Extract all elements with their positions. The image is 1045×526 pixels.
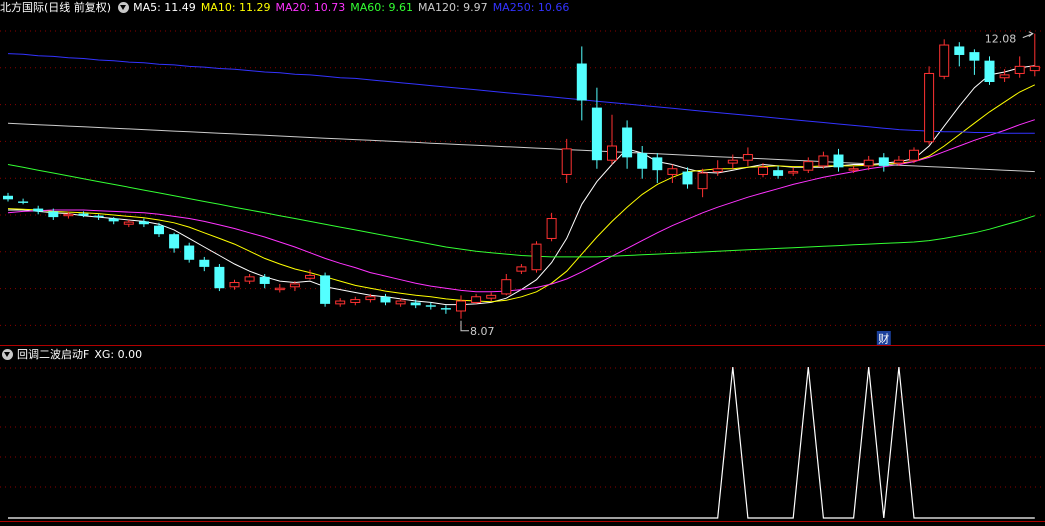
candle-down bbox=[184, 245, 195, 260]
candle-down bbox=[169, 234, 180, 249]
indicator-xg-line bbox=[8, 366, 1035, 519]
ma-line-ma250 bbox=[7, 53, 1035, 134]
candle-up bbox=[712, 168, 723, 173]
stock-title: 北方国际(日线 前复权) bbox=[0, 1, 112, 14]
candle-up bbox=[350, 299, 361, 303]
candle-down bbox=[622, 127, 633, 158]
candle-down bbox=[3, 195, 13, 200]
ma-legend-item: MA250: 10.66 bbox=[492, 1, 570, 14]
candle-up bbox=[123, 221, 134, 225]
candle-up bbox=[742, 154, 753, 161]
candle-down bbox=[33, 208, 44, 212]
ma-legend-item: MA10: 11.29 bbox=[200, 1, 271, 14]
stock-chart-window: 12.08 8.07 财 北方国际(日线 前复权) MA5: 11.49 MA10: 1… bbox=[0, 0, 1045, 526]
indicator-title: 回调二波启动F bbox=[17, 348, 90, 361]
candle-up bbox=[848, 168, 859, 171]
candle-up bbox=[1014, 65, 1025, 74]
candle-down bbox=[833, 154, 844, 168]
candle-down bbox=[425, 305, 436, 307]
candle-up bbox=[516, 266, 527, 272]
candle-up bbox=[788, 171, 799, 174]
candle-up bbox=[607, 145, 617, 161]
candle-down bbox=[199, 259, 210, 267]
candle-down bbox=[652, 157, 663, 171]
candle-down bbox=[591, 107, 602, 161]
indicator-value: XG: 0.00 bbox=[94, 348, 143, 361]
chevron-down-icon[interactable] bbox=[118, 2, 130, 13]
candle-up bbox=[289, 283, 300, 288]
candle-down bbox=[18, 201, 29, 203]
candle-down bbox=[138, 221, 149, 225]
ma-legend-item: MA60: 9.61 bbox=[350, 1, 413, 14]
candle-down bbox=[576, 63, 587, 101]
candle-up bbox=[758, 166, 768, 175]
candle-up bbox=[697, 172, 708, 190]
candle-down bbox=[954, 46, 965, 55]
candle-down bbox=[214, 266, 225, 289]
chart-canvas[interactable]: 12.08 8.07 财 bbox=[0, 0, 1045, 526]
main-chart-header: 北方国际(日线 前复权) MA5: 11.49 MA10: 11.29 MA20: 1… bbox=[0, 0, 579, 16]
candle-up bbox=[365, 296, 376, 301]
ma-legend: MA5: 11.49 MA10: 11.29 MA20: 10.73 MA60: 9.… bbox=[133, 1, 574, 14]
candle-down bbox=[410, 302, 421, 306]
candle-down bbox=[878, 157, 889, 166]
candle-up bbox=[546, 218, 557, 239]
candle-down bbox=[682, 171, 693, 185]
candle-up bbox=[818, 155, 829, 167]
high-label: 12.08 bbox=[985, 33, 1017, 46]
ma-legend-item: MA5: 11.49 bbox=[133, 1, 196, 14]
candle-up bbox=[561, 148, 572, 175]
candle-down bbox=[48, 211, 59, 218]
candle-down bbox=[380, 296, 391, 303]
candle-up bbox=[274, 287, 285, 291]
candle-up bbox=[335, 300, 346, 305]
candle-up bbox=[244, 276, 255, 282]
indicator-header: 回调二波启动F XG: 0.00 bbox=[0, 347, 147, 363]
candle-up bbox=[531, 243, 542, 271]
candle-down bbox=[154, 225, 164, 235]
candle-up bbox=[63, 213, 74, 217]
candle-up bbox=[999, 74, 1010, 79]
candle-up bbox=[486, 294, 497, 299]
candle-down bbox=[440, 308, 451, 310]
candle-up bbox=[727, 159, 738, 164]
candle-up bbox=[863, 159, 874, 167]
ma-legend-item: MA20: 10.73 bbox=[275, 1, 346, 14]
candle-up bbox=[229, 282, 240, 288]
candle-down bbox=[969, 52, 980, 61]
low-label: 8.07 bbox=[470, 325, 495, 338]
candle-up bbox=[893, 159, 904, 164]
candle-up bbox=[667, 168, 678, 175]
candle-up bbox=[456, 300, 466, 312]
candle-up bbox=[471, 296, 482, 303]
candle-down bbox=[78, 213, 89, 216]
candle-up bbox=[909, 149, 919, 161]
candle-down bbox=[637, 153, 648, 169]
candle-down bbox=[984, 60, 995, 82]
candle-up bbox=[1029, 65, 1040, 72]
ma-legend-item: MA120: 9.97 bbox=[417, 1, 488, 14]
candle-down bbox=[259, 276, 270, 284]
candle-down bbox=[320, 275, 331, 304]
candle-down bbox=[108, 218, 119, 222]
candle-up bbox=[395, 300, 406, 305]
candle-up bbox=[803, 161, 814, 171]
candle-up bbox=[501, 279, 512, 295]
fin-badge: 财 bbox=[878, 332, 889, 346]
candle-up bbox=[305, 274, 315, 279]
candle-up bbox=[939, 44, 950, 77]
chevron-down-icon[interactable] bbox=[2, 349, 13, 360]
candle-up bbox=[924, 72, 935, 143]
candle-down bbox=[773, 170, 784, 176]
candle-down bbox=[93, 215, 104, 218]
